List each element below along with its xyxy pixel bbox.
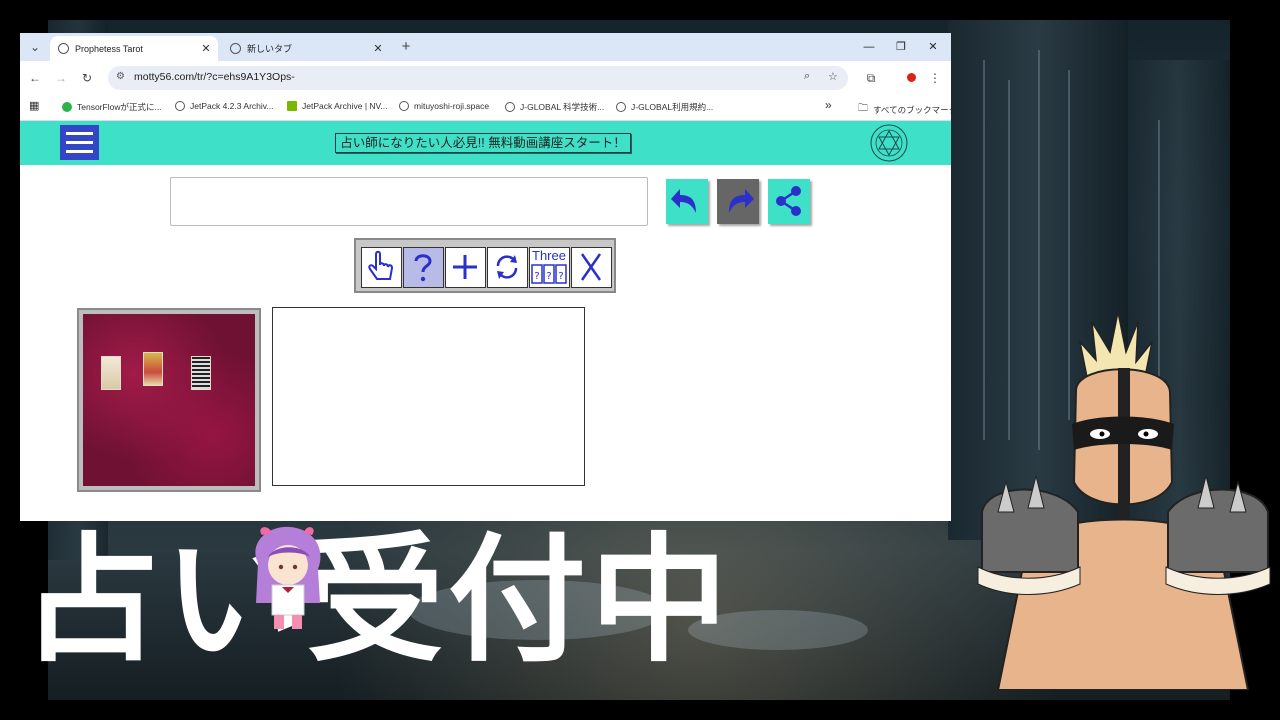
hand-pointer-icon <box>368 250 394 280</box>
plus-icon <box>453 255 477 279</box>
all-bookmarks-folder[interactable]: 🗀 すべてのブックマーク <box>858 101 951 118</box>
question-input[interactable] <box>170 177 648 226</box>
clear-tool-button[interactable] <box>571 247 612 288</box>
bookmark-item[interactable]: J-GLOBAL 科学技術... <box>505 101 604 113</box>
redo-button[interactable] <box>717 179 759 224</box>
question-tool-button[interactable] <box>403 247 444 288</box>
reading-textarea[interactable] <box>272 307 585 486</box>
question-mark-icon <box>414 254 432 282</box>
new-tab-button[interactable]: + <box>397 38 415 56</box>
share-button[interactable] <box>768 179 810 224</box>
forward-button[interactable]: → <box>52 69 70 87</box>
bookmarks-overflow-button[interactable]: » <box>825 98 832 112</box>
bookmark-item[interactable]: mituyoshi-roji.space <box>399 101 489 111</box>
tarot-card[interactable] <box>191 356 211 390</box>
zoom-icon[interactable]: ⌕ <box>804 70 810 83</box>
tab-prophetess-tarot[interactable]: Prophetess Tarot ✕ <box>50 36 218 61</box>
close-tab-icon[interactable]: ✕ <box>198 42 214 55</box>
address-bar[interactable]: ⚙ motty56.com/tr/?c=ehs9A1Y3Ops- ⌕ ☆ <box>108 66 848 90</box>
pointer-tool-button[interactable] <box>361 247 402 288</box>
extensions-icon[interactable]: ⧉ <box>862 69 880 87</box>
folder-icon: 🗀 <box>858 103 868 114</box>
tab-new-tab[interactable]: 新しいタブ ✕ <box>222 36 390 61</box>
rotate-arrows-icon <box>496 255 518 279</box>
browser-toolbar: ← → ↻ ⚙ motty56.com/tr/?c=ehs9A1Y3Ops- ⌕… <box>20 61 951 95</box>
undo-arrow-icon <box>671 189 696 213</box>
x-close-icon <box>580 253 602 281</box>
three-card-tool-button[interactable]: Three ??? <box>529 247 570 288</box>
svg-text:?: ? <box>534 271 539 282</box>
shuffle-tool-button[interactable] <box>487 247 528 288</box>
site-info-icon[interactable]: ⚙ <box>116 71 125 82</box>
chibi-girl-avatar <box>255 526 321 629</box>
add-card-tool-button[interactable] <box>445 247 486 288</box>
bookmark-star-icon[interactable]: ☆ <box>828 70 838 83</box>
red-velvet-cloth <box>83 314 255 486</box>
undo-button[interactable] <box>666 179 708 224</box>
close-tab-icon[interactable]: ✕ <box>370 42 386 55</box>
profile-icon[interactable] <box>902 69 920 87</box>
share-icon <box>776 186 801 216</box>
reload-button[interactable]: ↻ <box>78 69 96 87</box>
globe-icon <box>230 43 241 54</box>
tab-strip: ⌄ Prophetess Tarot ✕ 新しいタブ ✕ + — ❐ ✕ <box>20 33 951 61</box>
screen: ⌄ Prophetess Tarot ✕ 新しいタブ ✕ + — ❐ ✕ ← →… <box>0 0 1280 720</box>
bookmark-item[interactable]: J-GLOBAL利用規約... <box>616 101 713 113</box>
hexagram-logo-icon[interactable] <box>869 123 909 163</box>
course-banner-link[interactable]: 占い師になりたい人必見!! 無料動画講座スタート！ <box>335 133 631 153</box>
site-favicon-icon <box>58 43 69 54</box>
svg-text:?: ? <box>546 271 551 282</box>
hamburger-menu-button[interactable] <box>60 125 99 160</box>
bookmark-item[interactable]: JetPack Archive | NV... <box>287 101 388 111</box>
menu-kebab-icon[interactable]: ⋮ <box>926 69 944 87</box>
bookmarks-bar: ▦ TensorFlowが正式に... JetPack 4.2.3 Archiv… <box>20 95 951 121</box>
three-cards-icon: ??? <box>531 264 567 284</box>
tab-title: Prophetess Tarot <box>75 43 143 54</box>
redo-arrow-icon <box>729 189 754 213</box>
browser-window: ⌄ Prophetess Tarot ✕ 新しいタブ ✕ + — ❐ ✕ ← →… <box>20 33 951 521</box>
bookmark-item[interactable]: JetPack 4.2.3 Archiv... <box>175 101 273 111</box>
apps-grid-icon[interactable]: ▦ <box>29 99 39 112</box>
back-button[interactable]: ← <box>26 69 44 87</box>
tarot-card[interactable] <box>101 356 121 390</box>
bookmark-item[interactable]: TensorFlowが正式に... <box>62 101 162 113</box>
tab-title: 新しいタブ <box>247 44 293 54</box>
tab-search-button[interactable]: ⌄ <box>26 38 44 56</box>
tarot-spread-board[interactable] <box>77 308 261 492</box>
masked-wrestler-character <box>977 312 1271 690</box>
stream-caption: 占い受付中 <box>22 520 733 681</box>
tarot-card[interactable] <box>143 352 163 386</box>
minimize-button[interactable]: — <box>854 37 884 57</box>
close-window-button[interactable]: ✕ <box>918 37 948 57</box>
url-text[interactable]: motty56.com/tr/?c=ehs9A1Y3Ops- <box>134 71 295 83</box>
restore-button[interactable]: ❐ <box>886 37 916 57</box>
site-header: 占い師になりたい人必見!! 無料動画講座スタート！ <box>20 121 951 165</box>
tool-palette: Three ??? <box>354 238 616 293</box>
svg-text:?: ? <box>558 271 563 282</box>
